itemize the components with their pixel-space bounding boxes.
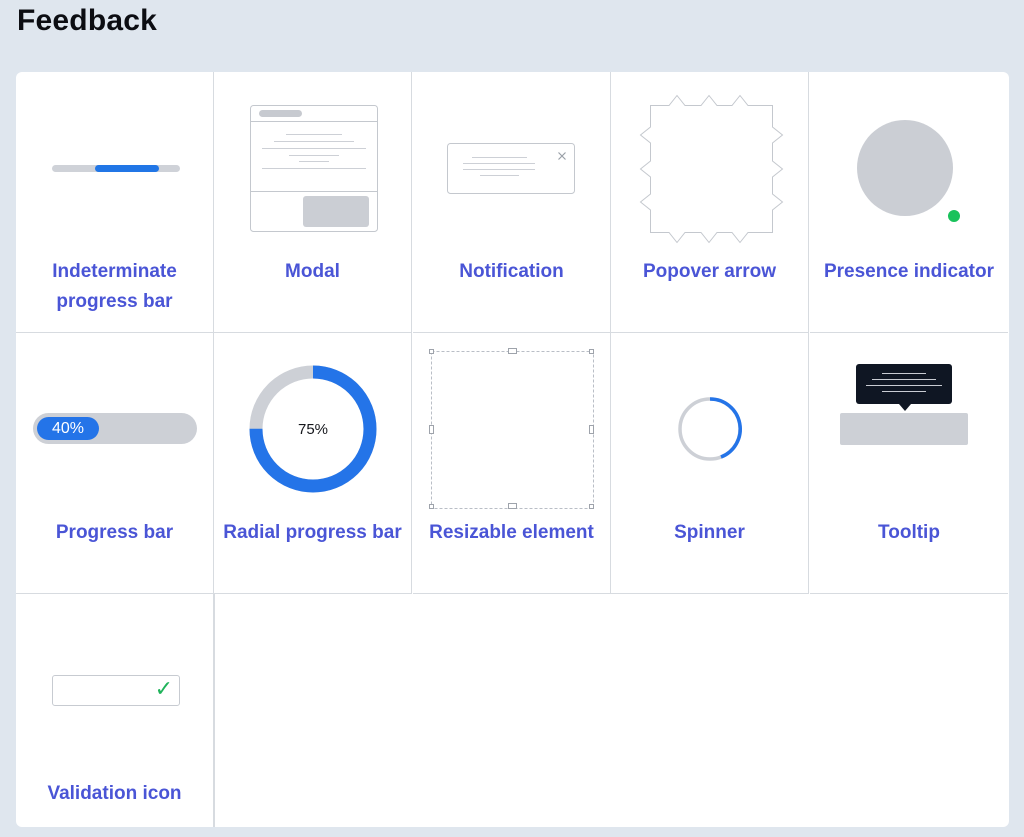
card-spinner[interactable]: Spinner (611, 333, 809, 594)
card-indeterminate-progress-bar[interactable]: Indeterminate progress bar (16, 72, 214, 333)
progress-fill (95, 165, 159, 172)
card-label: Progress bar (55, 522, 174, 543)
popover-arrow-illustration (611, 72, 809, 252)
validation-illustration: ✓ (16, 594, 214, 774)
indeterminate-progress-illustration (16, 72, 214, 252)
card-label: Radial progress bar (223, 522, 402, 543)
tooltip-arrow (899, 404, 911, 411)
avatar (857, 120, 953, 216)
radial-progress-illustration: 75% (214, 333, 412, 513)
resizable-element-illustration (413, 333, 611, 513)
card-presence-indicator[interactable]: Presence indicator (810, 72, 1008, 333)
card-radial-progress-bar[interactable]: 75% Radial progress bar (214, 333, 412, 594)
card-label: Validation icon (47, 783, 182, 804)
card-label: Indeterminate progress bar (52, 261, 177, 312)
card-label: Presence indicator (823, 261, 995, 282)
spinner-illustration (611, 333, 809, 513)
progress-fill: 40% (37, 417, 99, 440)
card-notification[interactable]: Notification (413, 72, 611, 333)
validation-check-icon: ✓ (154, 676, 173, 701)
tooltip-illustration (810, 333, 1008, 513)
card-label: Resizable element (429, 522, 594, 543)
component-grid: Indeterminate progress bar Modal Notific… (16, 72, 1009, 827)
card-tooltip[interactable]: Tooltip (810, 333, 1008, 594)
tooltip-bubble (856, 364, 952, 404)
progress-track (52, 165, 180, 172)
tooltip-target (840, 413, 968, 445)
card-label: Popover arrow (642, 261, 777, 282)
card-label: Modal (285, 261, 340, 282)
progress-track: 40% (33, 413, 197, 444)
page-title: Feedback (17, 4, 157, 37)
card-progress-bar[interactable]: 40% Progress bar (16, 333, 214, 594)
presence-indicator-illustration (810, 72, 1008, 252)
modal-illustration (214, 72, 412, 252)
card-label: Spinner (674, 522, 745, 543)
card-modal[interactable]: Modal (214, 72, 412, 333)
card-validation-icon[interactable]: ✓ Validation icon (16, 594, 214, 827)
radial-progress-value: 75% (298, 421, 328, 438)
notification-illustration (413, 72, 611, 252)
status-dot (946, 208, 962, 224)
validation-input: ✓ (52, 675, 180, 706)
grid-divider (214, 594, 215, 827)
card-popover-arrow[interactable]: Popover arrow (611, 72, 809, 333)
progress-bar-illustration: 40% (16, 333, 214, 513)
card-label: Tooltip (878, 522, 940, 543)
card-label: Notification (459, 261, 564, 282)
card-resizable-element[interactable]: Resizable element (413, 333, 611, 594)
